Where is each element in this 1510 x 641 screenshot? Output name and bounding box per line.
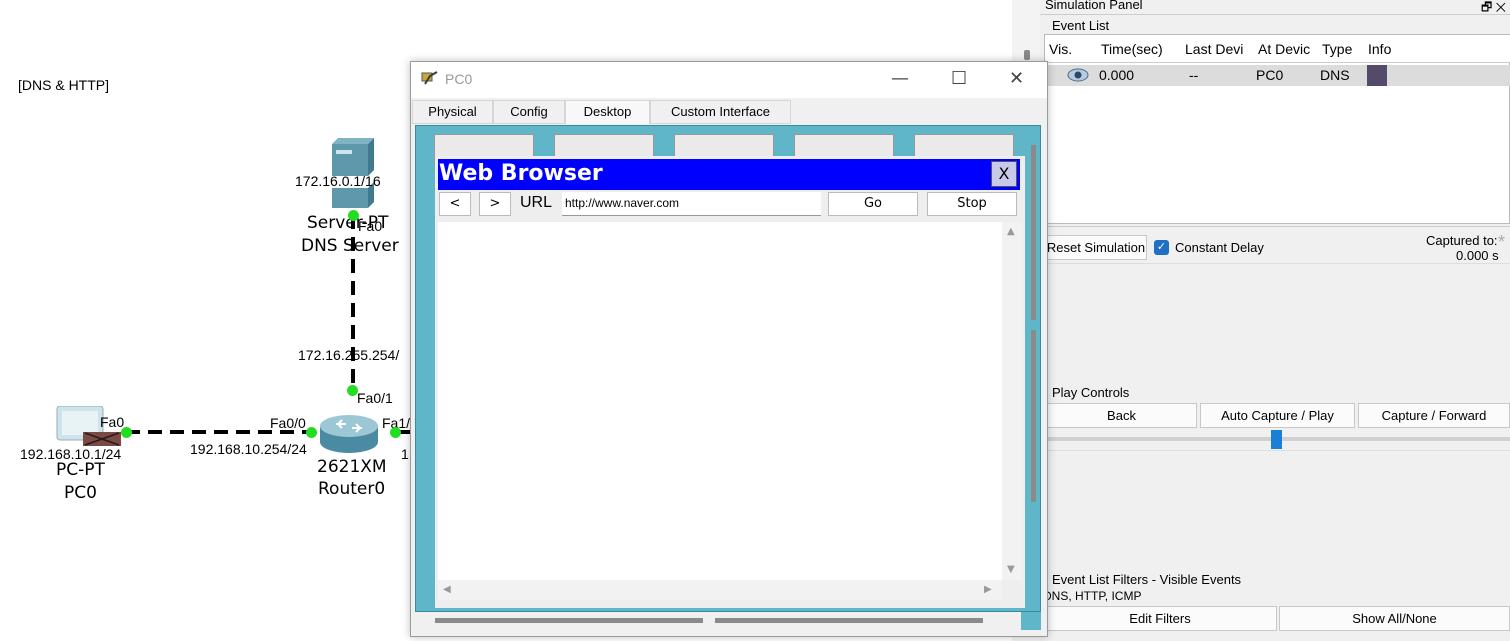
router-fa10-ip: 1	[401, 446, 409, 462]
tab-physical[interactable]: Physical	[412, 100, 493, 124]
event-type: DNS	[1320, 67, 1350, 83]
url-label: URL	[520, 194, 553, 211]
simulation-panel: Simulation Panel 🗗 ✕ Event List Vis. Tim…	[1040, 0, 1510, 641]
desktop-area: Web Browser X < > URL http://www.naver.c…	[415, 125, 1041, 612]
event-row[interactable]: 0.000 -- PC0 DNS	[1045, 65, 1510, 86]
sim-panel-title: Simulation Panel	[1045, 0, 1143, 12]
constant-delay-checkbox[interactable]: ✓	[1154, 240, 1169, 255]
server-ip: 172.16.0.1/16	[295, 173, 381, 189]
pc0-tabs: Physical Config Desktop Custom Interface	[411, 100, 1047, 124]
browser-hscroll[interactable]: ◀ ▶	[438, 580, 1002, 600]
play-speed-thumb[interactable]	[1271, 430, 1282, 449]
web-browser-title: Web Browser	[439, 161, 603, 186]
web-browser-titlebar: Web Browser X	[438, 159, 1020, 190]
pc0-window-title: PC0	[445, 71, 473, 87]
packet-tracer-icon	[421, 71, 438, 85]
pc0-window-hscroll[interactable]	[411, 612, 1047, 636]
col-time[interactable]: Time(sec)	[1101, 41, 1181, 57]
event-time: 0.000	[1099, 67, 1135, 83]
router-icon[interactable]	[318, 412, 380, 456]
pc0-window[interactable]: PC0 — ☐ ✕ Physical Config Desktop Custom…	[410, 61, 1048, 637]
scroll-right-icon[interactable]: ▶	[984, 584, 992, 595]
pc0-corner	[1021, 612, 1041, 630]
reset-simulation-button[interactable]: Reset Simulation	[1045, 235, 1147, 260]
pc0-window-vscroll[interactable]	[1027, 125, 1041, 612]
event-last-device: --	[1189, 67, 1199, 83]
pc-name: PC0	[64, 483, 97, 503]
back-button[interactable]: Back	[1046, 403, 1197, 428]
pc0-vscroll-thumb-2[interactable]	[1031, 330, 1036, 502]
play-controls-label: Play Controls	[1052, 385, 1130, 400]
captured-to-label: Captured to:	[1426, 233, 1498, 248]
maximize-icon[interactable]: ☐	[951, 68, 967, 89]
router-fa01-label: Fa0/1	[357, 390, 393, 406]
router-fa00-dot	[306, 427, 317, 438]
pc-port-label: Fa0	[100, 414, 125, 430]
col-info[interactable]: Info	[1368, 41, 1408, 57]
go-button[interactable]: Go	[828, 192, 918, 216]
show-all-none-button[interactable]: Show All/None	[1279, 606, 1510, 631]
col-last-device[interactable]: Last Devi	[1185, 41, 1253, 57]
col-vis[interactable]: Vis.	[1049, 41, 1095, 57]
constant-delay-label: Constant Delay	[1175, 240, 1264, 255]
event-info-swatch[interactable]	[1367, 65, 1387, 86]
scroll-up-icon[interactable]: ▲	[1007, 226, 1015, 237]
browser-vscroll[interactable]: ▲ ▼	[1002, 222, 1022, 580]
col-at-device[interactable]: At Devic	[1258, 41, 1318, 57]
col-type[interactable]: Type	[1322, 41, 1362, 57]
sim-panel-window-controls[interactable]: 🗗 ✕	[1481, 0, 1506, 19]
web-browser-close-button[interactable]: X	[991, 161, 1017, 187]
scroll-left-icon[interactable]: ◀	[443, 584, 451, 595]
browser-back-button[interactable]: <	[439, 192, 471, 216]
event-filters-label: Event List Filters - Visible Events	[1052, 572, 1242, 587]
scroll-mark	[1024, 50, 1030, 60]
pc0-window-titlebar[interactable]: PC0 — ☐ ✕	[411, 62, 1047, 98]
asterisk-icon: *	[1498, 232, 1506, 252]
stop-button[interactable]: Stop	[927, 192, 1017, 216]
scroll-down-icon[interactable]: ▼	[1007, 564, 1015, 575]
event-at-device: PC0	[1256, 67, 1284, 83]
tab-custom-interface[interactable]: Custom Interface	[650, 100, 791, 124]
capture-forward-button[interactable]: Capture / Forward	[1358, 403, 1510, 428]
router-name: Router0	[318, 479, 386, 499]
browser-forward-button[interactable]: >	[479, 192, 511, 216]
captured-to-value: 0.000 s	[1456, 248, 1499, 263]
browser-viewport[interactable]	[438, 222, 1002, 580]
pc0-vscroll-thumb[interactable]	[1031, 145, 1036, 320]
event-list-header: Vis. Time(sec) Last Devi At Devic Type I…	[1045, 35, 1510, 63]
event-list-table[interactable]: Vis. Time(sec) Last Devi At Devic Type I…	[1044, 34, 1510, 224]
auto-capture-play-button[interactable]: Auto Capture / Play	[1200, 403, 1355, 428]
eye-icon[interactable]	[1067, 68, 1089, 82]
router-fa01-ip: 172.16.255.254/	[298, 347, 400, 363]
minimize-icon[interactable]: —	[891, 68, 909, 89]
tab-desktop[interactable]: Desktop	[565, 100, 650, 124]
tab-config[interactable]: Config	[493, 100, 565, 124]
server-port-label: Fa0	[358, 218, 383, 234]
url-input[interactable]: http://www.naver.com	[562, 192, 821, 216]
event-filters-value: DNS, HTTP, ICMP	[1043, 589, 1142, 603]
router-fa00-ip: 192.168.10.254/24	[190, 441, 307, 457]
pc0-hscroll-thumb[interactable]	[435, 618, 703, 623]
router-fa10-dot	[390, 427, 401, 438]
router-fa00-label: Fa0/0	[270, 415, 306, 431]
pc-type: PC-PT	[56, 460, 105, 480]
server-name: DNS Server	[301, 236, 399, 256]
router-model: 2621XM	[317, 457, 387, 477]
web-browser-window[interactable]: Web Browser X < > URL http://www.naver.c…	[435, 156, 1025, 608]
pc-port-dot	[121, 427, 132, 438]
close-icon[interactable]: ✕	[1009, 68, 1024, 89]
event-list-label: Event List	[1052, 18, 1110, 33]
edit-filters-button[interactable]: Edit Filters	[1043, 606, 1277, 631]
pc0-hscroll-thumb-2[interactable]	[715, 618, 983, 623]
